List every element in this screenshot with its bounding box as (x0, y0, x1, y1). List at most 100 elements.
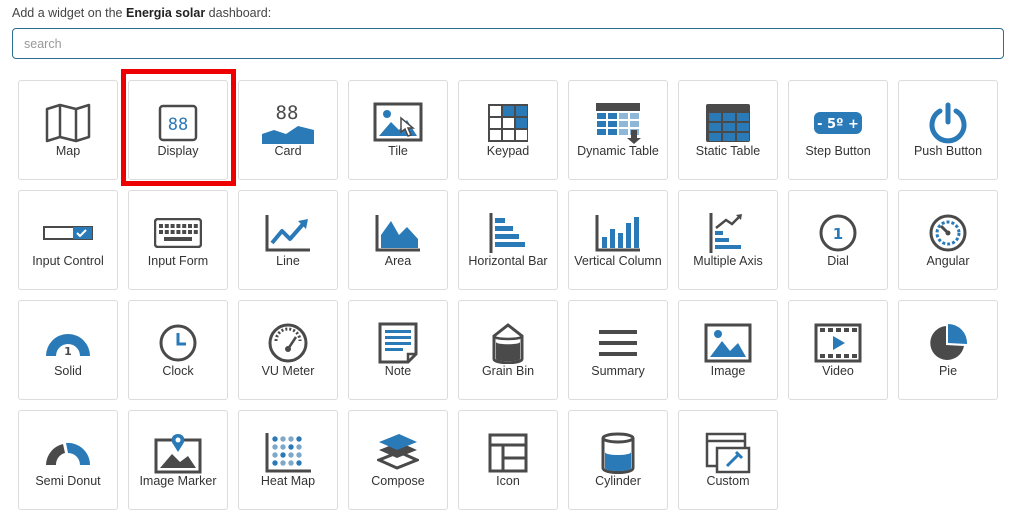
widget-tile-compose[interactable]: Compose (348, 410, 448, 510)
compose-icon (349, 429, 447, 477)
widget-label: Map (55, 144, 81, 158)
widget-tile-summary[interactable]: Summary (568, 300, 668, 400)
power-icon (899, 99, 997, 147)
widget-label: VU Meter (261, 364, 315, 378)
svg-text:- 5º +: - 5º + (817, 117, 859, 132)
widget-tile-map[interactable]: Map (18, 80, 118, 180)
widget-tile-angular[interactable]: Angular (898, 190, 998, 290)
heat-map-icon (239, 429, 337, 477)
summary-icon (569, 319, 667, 367)
widget-label: Icon (496, 474, 520, 488)
widget-label: Step Button (805, 144, 871, 158)
widget-tile-clock[interactable]: Clock (128, 300, 228, 400)
widget-tile-icon[interactable]: Icon (458, 410, 558, 510)
note-icon (349, 319, 447, 367)
widget-label: Input Form (147, 254, 209, 268)
image-icon (679, 319, 777, 367)
display-icon: 88 (129, 99, 227, 147)
multiple-axis-icon (679, 209, 777, 257)
widget-tile-image-marker[interactable]: Image Marker (128, 410, 228, 510)
widget-label: Input Control (32, 254, 104, 268)
widget-tile-display[interactable]: 88 Display (128, 80, 228, 180)
widget-label: Summary (591, 364, 645, 378)
tile-icon (349, 99, 447, 147)
pie-icon (899, 319, 997, 367)
widget-label: Image Marker (139, 474, 217, 488)
widget-label: Cylinder (595, 474, 641, 488)
input-control-icon (19, 209, 117, 257)
static-table-icon (679, 99, 777, 147)
widget-tile-input-form[interactable]: Input Form (128, 190, 228, 290)
widget-label: Multiple Axis (693, 254, 763, 268)
widget-tile-horizontal-bar[interactable]: Horizontal Bar (458, 190, 558, 290)
widget-tile-semi-donut[interactable]: Semi Donut (18, 410, 118, 510)
widget-tile-line[interactable]: Line (238, 190, 338, 290)
grain-bin-icon (459, 319, 557, 367)
widget-label: Horizontal Bar (468, 254, 548, 268)
widget-label: Semi Donut (35, 474, 101, 488)
widget-label: Clock (162, 364, 194, 378)
widget-tile-grain-bin[interactable]: Grain Bin (458, 300, 558, 400)
dial-icon: 1 (789, 209, 887, 257)
widget-label: Vertical Column (574, 254, 662, 268)
widget-tile-image[interactable]: Image (678, 300, 778, 400)
widget-label: Pie (938, 364, 958, 378)
keypad-icon (459, 99, 557, 147)
widget-tile-pie[interactable]: Pie (898, 300, 998, 400)
widget-tile-vertical-column[interactable]: Vertical Column (568, 190, 668, 290)
clock-icon (129, 319, 227, 367)
card-icon: 88 (239, 99, 337, 147)
horizontal-bar-icon (459, 209, 557, 257)
svg-text:88: 88 (168, 115, 188, 135)
widget-tile-card[interactable]: 88 Card (238, 80, 338, 180)
svg-text:88: 88 (276, 102, 299, 124)
widget-label: Grain Bin (481, 364, 535, 378)
widget-tile-multiple-axis[interactable]: Multiple Axis (678, 190, 778, 290)
widget-tile-heat-map[interactable]: Heat Map (238, 410, 338, 510)
widget-label: Keypad (486, 144, 530, 158)
widget-tile-step-button[interactable]: - 5º + Step Button (788, 80, 888, 180)
widget-grid: Map 88 Display 88 Card Tile Keypad Dynamic Tabl… (0, 0, 1019, 514)
cylinder-icon (569, 429, 667, 477)
svg-text:1: 1 (64, 345, 72, 358)
widget-label: Push Button (913, 144, 983, 158)
widget-label: Angular (926, 254, 970, 268)
vu-meter-icon (239, 319, 337, 367)
widget-tile-solid[interactable]: 1 Solid (18, 300, 118, 400)
widget-label: Card (274, 144, 302, 158)
widget-tile-vu-meter[interactable]: VU Meter (238, 300, 338, 400)
solid-gauge-icon: 1 (19, 319, 117, 367)
widget-tile-tile[interactable]: Tile (348, 80, 448, 180)
widget-tile-push-button[interactable]: Push Button (898, 80, 998, 180)
widget-label: Dynamic Table (577, 144, 659, 158)
widget-label: Dial (827, 254, 849, 268)
widget-label: Solid (54, 364, 82, 378)
widget-label: Video (822, 364, 854, 378)
image-marker-icon (129, 429, 227, 477)
step-button-icon: - 5º + (789, 99, 887, 147)
widget-label: Custom (706, 474, 750, 488)
map-icon (19, 99, 117, 147)
widget-label: Line (276, 254, 300, 268)
widget-tile-video[interactable]: Video (788, 300, 888, 400)
widget-tile-note[interactable]: Note (348, 300, 448, 400)
vertical-column-icon (569, 209, 667, 257)
widget-tile-input-control[interactable]: Input Control (18, 190, 118, 290)
widget-tile-cylinder[interactable]: Cylinder (568, 410, 668, 510)
area-chart-icon (349, 209, 447, 257)
icon-layout-icon (459, 429, 557, 477)
keyboard-icon (129, 209, 227, 257)
widget-tile-dynamic-table[interactable]: Dynamic Table (568, 80, 668, 180)
widget-label: Note (384, 364, 412, 378)
semi-donut-icon (19, 429, 117, 477)
widget-tile-dial[interactable]: 1 Dial (788, 190, 888, 290)
dynamic-table-icon (569, 99, 667, 147)
widget-tile-keypad[interactable]: Keypad (458, 80, 558, 180)
widget-label: Static Table (695, 144, 761, 158)
line-chart-icon (239, 209, 337, 257)
widget-tile-area[interactable]: Area (348, 190, 448, 290)
widget-label: Heat Map (260, 474, 316, 488)
widget-tile-custom[interactable]: Custom (678, 410, 778, 510)
widget-tile-static-table[interactable]: Static Table (678, 80, 778, 180)
angular-gauge-icon (899, 209, 997, 257)
